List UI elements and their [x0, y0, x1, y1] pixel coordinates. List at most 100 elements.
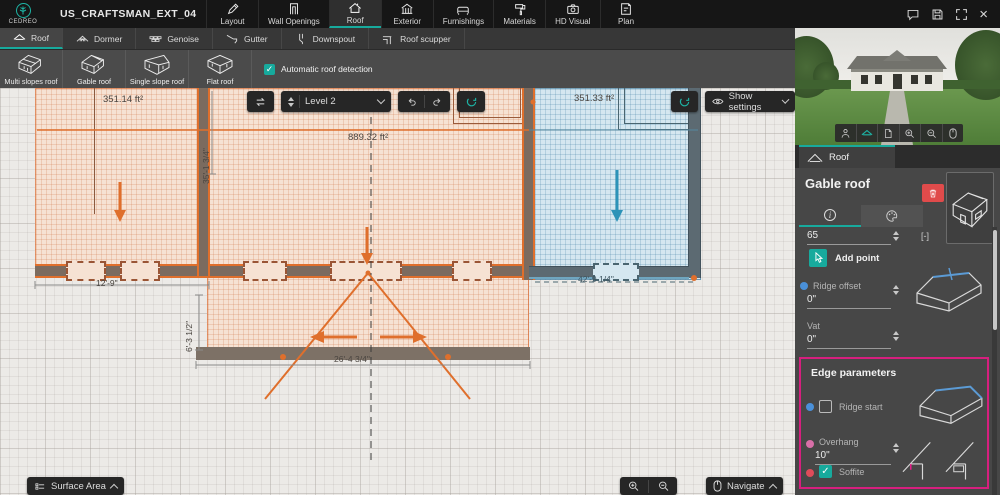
regenerate-roof-button-blue[interactable] — [671, 91, 698, 112]
auto-roof-detection-checkbox[interactable]: ✓ — [264, 63, 275, 75]
multi-slopes-roof-button[interactable]: Multi slopes roof — [0, 50, 63, 88]
comment-icon[interactable] — [906, 8, 920, 21]
zoom-in-icon[interactable] — [627, 480, 640, 492]
overhang-dot — [806, 440, 814, 448]
zoom-out-button[interactable] — [921, 124, 943, 142]
edge-parameters-section: Edge parameters Ridge start Overhang 10"… — [799, 357, 989, 489]
level-selector[interactable]: Level 2 — [281, 91, 391, 112]
tab-roof[interactable]: Roof — [328, 0, 381, 28]
flat-roof-button[interactable]: Flat roof — [189, 50, 252, 88]
close-icon[interactable]: × — [979, 7, 988, 22]
vertex-handle[interactable] — [280, 354, 286, 360]
ridge-offset-stepper[interactable] — [893, 285, 899, 295]
show-settings-label: Show settings — [728, 90, 762, 113]
subtab-downspout[interactable]: Downspout — [282, 28, 370, 49]
tab-label: Roof — [346, 16, 364, 25]
vertex-handle[interactable] — [445, 354, 451, 360]
tool-label: Flat roof — [206, 77, 234, 86]
add-point-label: Add point — [835, 252, 880, 264]
vat-value[interactable]: 0" — [807, 334, 816, 345]
overhang-stepper[interactable] — [893, 443, 899, 453]
gable-roof-icon — [81, 54, 104, 74]
tab-parameters[interactable]: i — [799, 205, 861, 227]
roof-icon — [807, 153, 823, 162]
slope-unit-toggle[interactable]: [-] — [921, 231, 929, 241]
panel-content: 65 [-] Add point Ridge offset 0" Vat 0" — [795, 227, 993, 495]
undo-icon[interactable] — [406, 96, 418, 107]
preview-toolbar — [835, 124, 963, 142]
regenerate-roof-button[interactable] — [457, 91, 485, 112]
trash-icon — [929, 189, 937, 197]
dimension-label: 6'-3 1/2" — [184, 320, 194, 352]
tab-wall-openings[interactable]: Wall Openings — [258, 0, 329, 28]
ridge-start-checkbox[interactable] — [819, 400, 832, 413]
vat-underline — [807, 348, 891, 349]
panel-tab-roof[interactable]: Roof — [799, 145, 895, 168]
vertex-handle[interactable] — [530, 99, 536, 105]
vertex-handle[interactable] — [691, 275, 697, 281]
ridge-offset-label: Ridge offset — [813, 281, 861, 291]
tab-materials[interactable]: Materials — [493, 0, 545, 28]
delete-roof-button[interactable] — [922, 184, 944, 202]
tab-layout[interactable]: Layout — [206, 0, 258, 28]
surface-area-button[interactable]: Surface Area — [27, 477, 124, 495]
scrollbar-thumb[interactable] — [992, 230, 997, 330]
cedreo-logo: CEDREO — [0, 0, 46, 28]
camera-icon — [567, 4, 579, 14]
tab-label: Wall Openings — [268, 17, 320, 26]
ridge-offset-value[interactable]: 0" — [807, 294, 816, 305]
subtab-roof-scupper[interactable]: Roof scupper — [369, 28, 465, 49]
window-controls: × — [906, 0, 1000, 28]
navigate-button[interactable]: Navigate — [706, 477, 783, 495]
zoom-out-icon[interactable] — [657, 480, 670, 492]
logo-text: CEDREO — [8, 19, 38, 25]
tab-furnishings[interactable]: Furnishings — [432, 0, 493, 28]
ridge-start-dot — [806, 403, 814, 411]
slope-arrow-head — [611, 210, 623, 222]
fullscreen-icon[interactable] — [955, 8, 968, 21]
subtab-dormer[interactable]: Dormer — [63, 28, 137, 49]
plan-canvas[interactable]: 351.14 ft² 889.32 ft² 351.33 ft² 35'-1 3… — [0, 88, 795, 495]
ridge-start-label: Ridge start — [839, 402, 883, 412]
list-icon — [35, 482, 45, 490]
slope-value[interactable]: 65 — [807, 230, 818, 241]
add-point-button[interactable]: Add point — [809, 249, 879, 267]
roof-view-button[interactable] — [857, 124, 878, 142]
tab-plan[interactable]: Plan — [599, 0, 652, 28]
level-stepper[interactable] — [288, 96, 294, 107]
vat-stepper[interactable] — [893, 331, 899, 341]
slope-stepper[interactable] — [893, 231, 899, 241]
overhang-label: Overhang — [819, 437, 859, 447]
panel-scrollbar[interactable] — [992, 227, 997, 495]
single-slope-roof-button[interactable]: Single slope roof — [126, 50, 189, 88]
tab-materials[interactable] — [861, 205, 923, 227]
redo-icon[interactable] — [431, 96, 443, 107]
tab-hd-visual[interactable]: HD Visual — [545, 0, 599, 28]
slope-arrow-right-head — [413, 331, 427, 343]
roof-icon — [349, 2, 362, 13]
soffit-checkbox[interactable]: ✓ — [819, 465, 832, 478]
tab-label: Layout — [220, 17, 245, 26]
area-label: 351.14 ft² — [103, 94, 144, 105]
swap-level-button[interactable] — [247, 91, 274, 112]
dimension-label: 12'-9" — [96, 278, 118, 288]
level-label: Level 2 — [305, 96, 336, 107]
chevron-down-icon — [376, 95, 386, 105]
snapshot-button[interactable] — [878, 124, 900, 142]
subtab-gutter[interactable]: Gutter — [213, 28, 282, 49]
subtab-roof[interactable]: Roof — [0, 28, 63, 49]
gable-roof-button[interactable]: Gable roof — [63, 50, 126, 88]
subtab-genoise[interactable]: Genoise — [136, 28, 213, 49]
show-settings-button[interactable]: Show settings — [705, 90, 795, 113]
tab-exterior[interactable]: Exterior — [380, 0, 433, 28]
walkthrough-button[interactable] — [835, 124, 857, 142]
3d-preview[interactable] — [795, 28, 1000, 145]
dimension-label: 35'-1 3/4" — [201, 148, 211, 184]
save-icon[interactable] — [931, 8, 944, 21]
navigate-mode-button[interactable] — [943, 124, 964, 142]
subtab-label: Roof — [31, 32, 49, 43]
roof-icon — [13, 33, 26, 40]
overhang-value[interactable]: 10" — [815, 450, 830, 461]
vertex-handle[interactable] — [365, 270, 371, 276]
zoom-in-button[interactable] — [900, 124, 921, 142]
